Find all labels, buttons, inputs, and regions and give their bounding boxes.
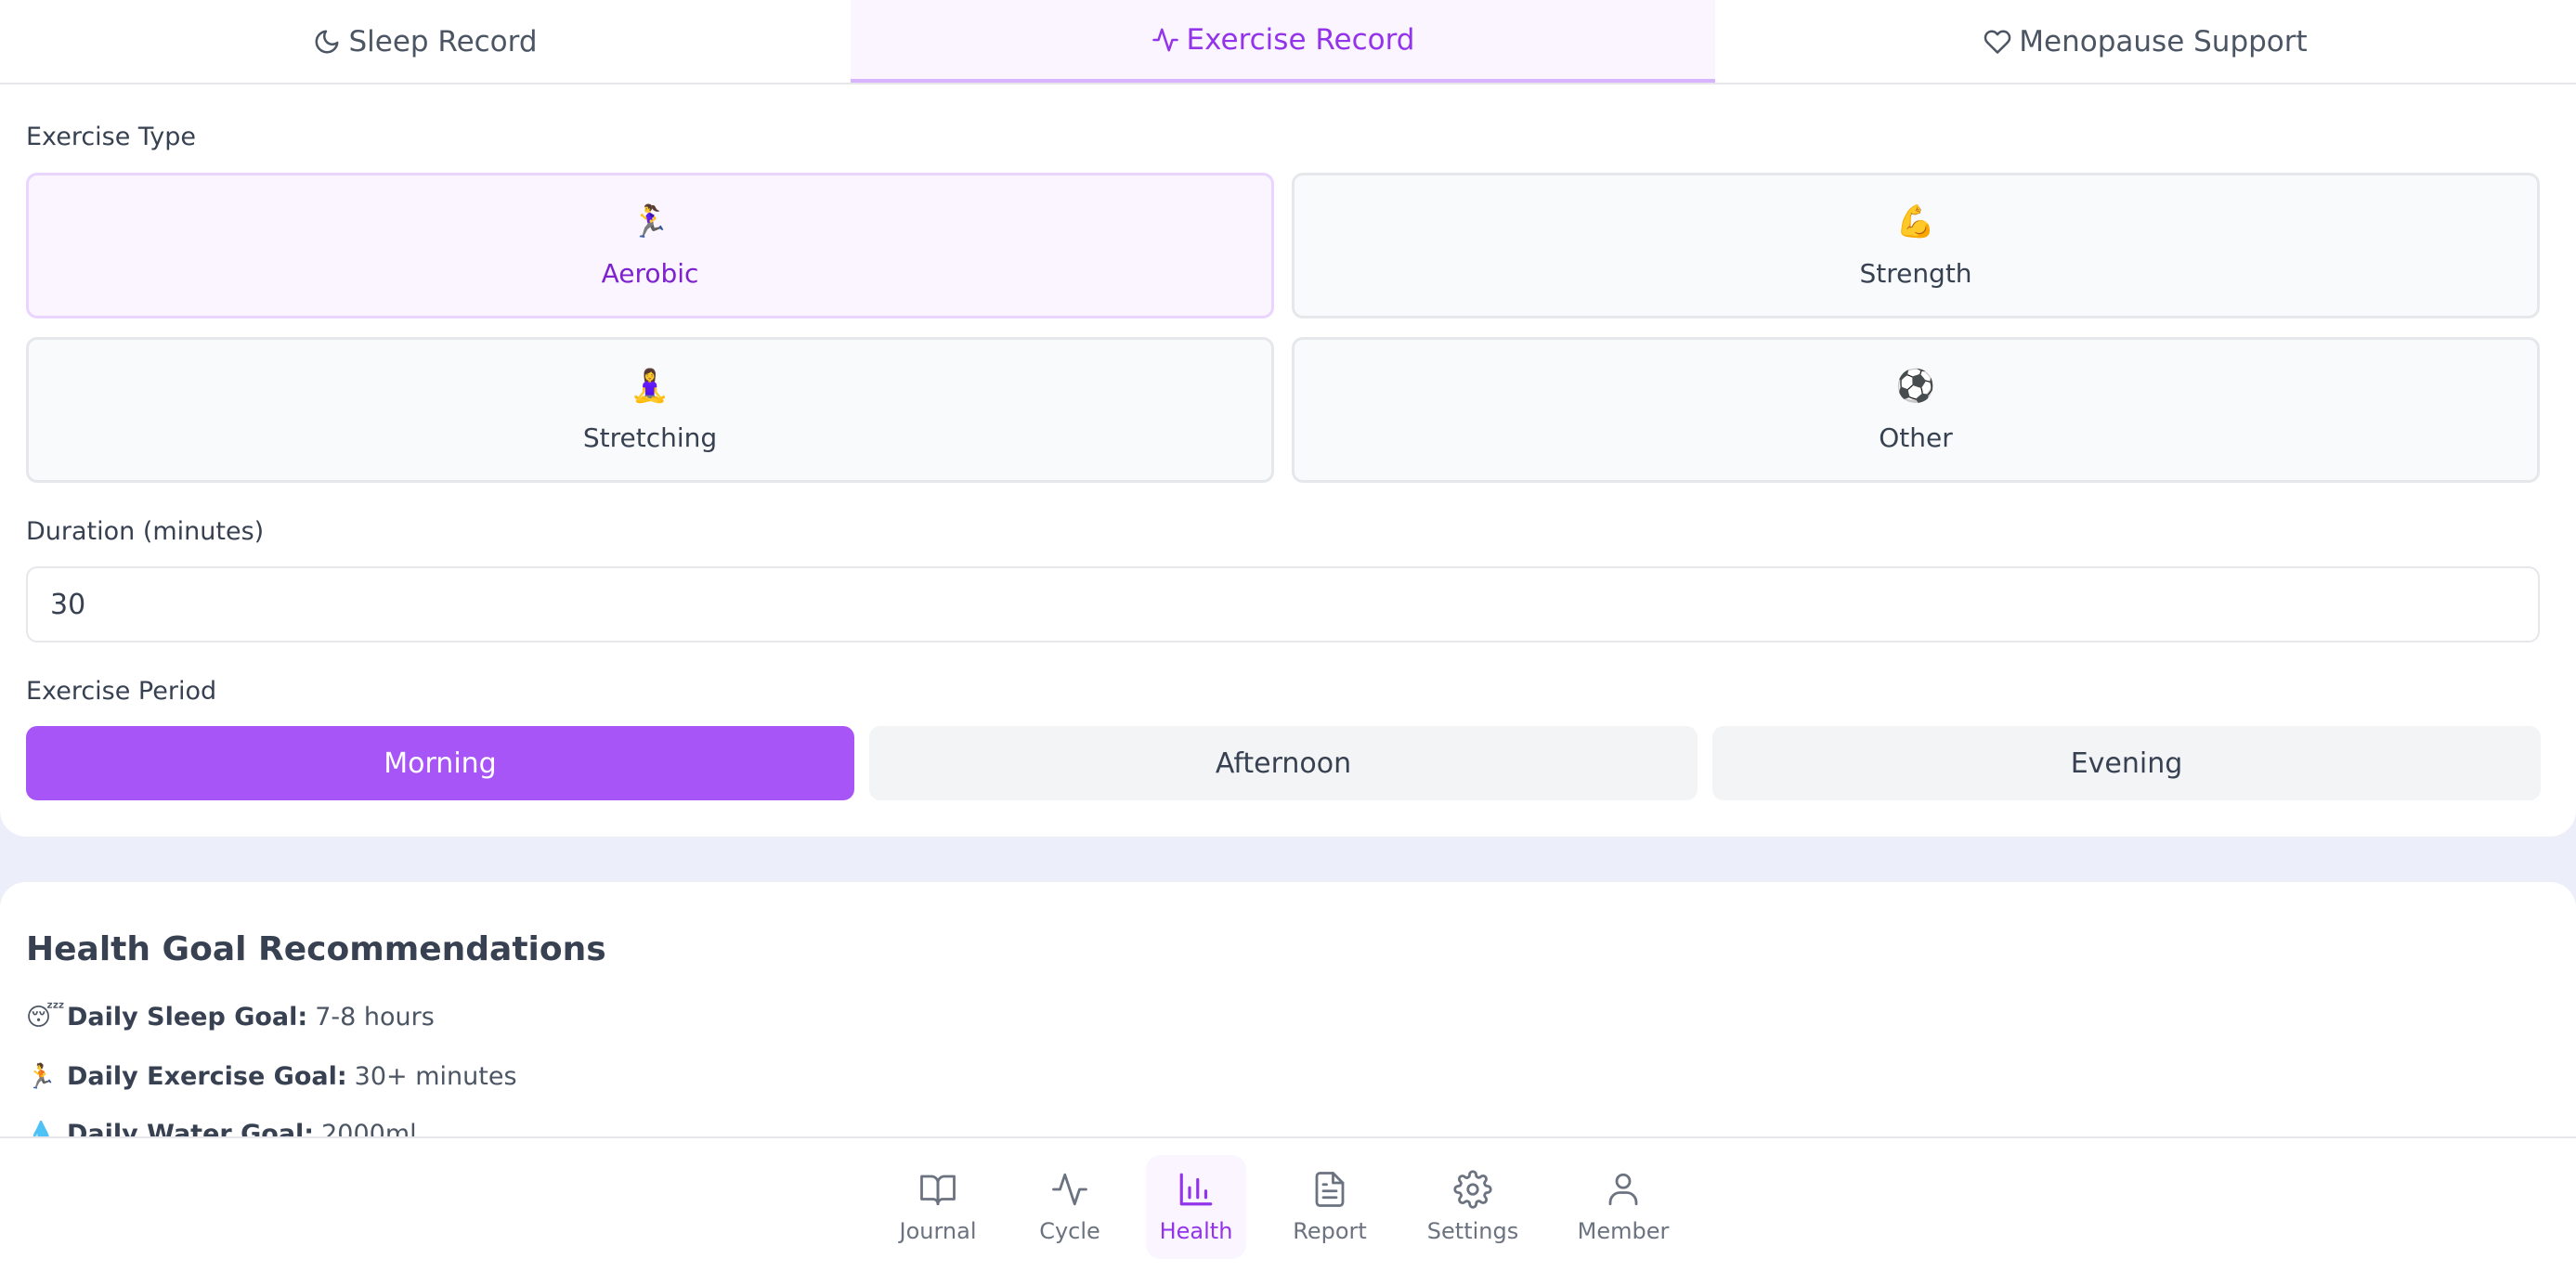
running-icon: 🏃‍♀️ <box>630 203 670 240</box>
bottom-navigation: Journal Cycle Health Report Settings Mem… <box>0 1136 2576 1268</box>
activity-icon <box>1151 28 1178 51</box>
nav-label: Settings <box>1426 1218 1519 1244</box>
tab-menopause-support[interactable]: Menopause Support <box>1715 0 2576 83</box>
nav-member[interactable]: Member <box>1573 1155 1673 1259</box>
exercise-type-name: Stretching <box>582 422 718 453</box>
exercise-type-stretching[interactable]: 🧘‍♀️ Stretching <box>26 337 1274 483</box>
exercise-type-name: Other <box>1879 422 1953 453</box>
goal-value: 30+ minutes <box>354 1062 517 1091</box>
goal-sleep: 😴 Daily Sleep Goal: 7-8 hours <box>26 1003 435 1032</box>
nav-health[interactable]: Health <box>1146 1155 1246 1259</box>
activity-icon <box>1052 1173 1087 1206</box>
book-icon <box>920 1175 956 1206</box>
nav-settings[interactable]: Settings <box>1423 1155 1523 1259</box>
period-morning-button[interactable]: Morning <box>26 726 854 800</box>
goal-label: Daily Exercise Goal: <box>67 1062 347 1091</box>
duration-label: Duration (minutes) <box>26 517 265 546</box>
tab-label: Exercise Record <box>1186 22 1415 57</box>
nav-label: Cycle <box>1039 1218 1100 1244</box>
nav-label: Report <box>1293 1218 1367 1244</box>
exercise-type-aerobic[interactable]: 🏃‍♀️ Aerobic <box>26 173 1274 318</box>
nav-cycle[interactable]: Cycle <box>1020 1155 1120 1259</box>
tab-label: Menopause Support <box>2019 24 2308 58</box>
nav-label: Journal <box>899 1218 977 1244</box>
tab-exercise-record[interactable]: Exercise Record <box>851 0 1715 83</box>
nav-report[interactable]: Report <box>1280 1155 1380 1259</box>
running-icon: 🏃 <box>26 1062 57 1091</box>
yoga-icon: 🧘‍♀️ <box>630 368 670 405</box>
moon-icon <box>316 30 339 53</box>
period-evening-button[interactable]: Evening <box>1712 726 2541 800</box>
sleeping-face-icon: 😴 <box>26 1003 65 1032</box>
soccer-ball-icon: ⚽ <box>1895 368 1936 405</box>
exercise-type-name: Strength <box>1859 258 1972 289</box>
period-afternoon-button[interactable]: Afternoon <box>869 726 1698 800</box>
document-icon <box>1315 1172 1345 1207</box>
exercise-period-label: Exercise Period <box>26 677 217 706</box>
exercise-type-other[interactable]: ⚽ Other <box>1292 337 2540 483</box>
duration-input[interactable] <box>26 566 2540 642</box>
goal-exercise: 🏃 Daily Exercise Goal: 30+ minutes <box>26 1062 517 1091</box>
goal-label: Daily Sleep Goal: <box>67 1003 308 1032</box>
exercise-type-strength[interactable]: 💪 Strength <box>1292 173 2540 318</box>
goal-value: 7-8 hours <box>315 1003 435 1032</box>
exercise-type-name: Aerobic <box>601 258 699 289</box>
nav-journal[interactable]: Journal <box>888 1155 988 1259</box>
heart-icon <box>1984 30 2011 54</box>
record-tabs: Sleep Record Exercise Record Menopause S… <box>0 0 2576 84</box>
nav-label: Health <box>1159 1218 1233 1244</box>
bar-chart-icon <box>1179 1173 1213 1206</box>
exercise-type-label: Exercise Type <box>26 123 196 151</box>
muscle-icon: 💪 <box>1895 203 1936 240</box>
gear-icon <box>1453 1170 1492 1209</box>
exercise-record-card: Sleep Record Exercise Record Menopause S… <box>0 0 2576 837</box>
tab-sleep-record[interactable]: Sleep Record <box>0 0 851 83</box>
nav-label: Member <box>1577 1218 1670 1244</box>
health-goals-title: Health Goal Recommendations <box>26 930 606 968</box>
user-icon <box>1608 1173 1638 1206</box>
tab-label: Sleep Record <box>348 24 538 58</box>
